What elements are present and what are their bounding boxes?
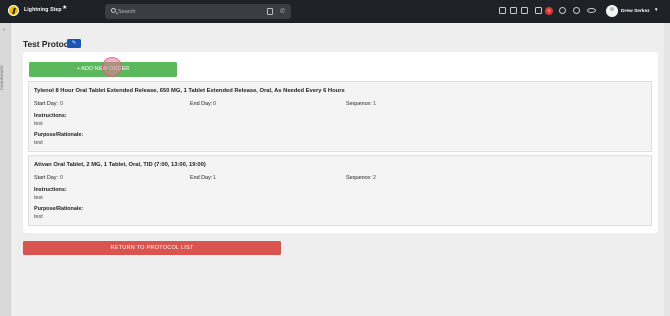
sequence-value: 1 xyxy=(373,101,376,107)
sequence-value: 2 xyxy=(373,175,376,181)
order-item: Ativan Oral Tablet, 2 MG, 1 Tablet, Oral… xyxy=(28,155,652,226)
user-avatar[interactable] xyxy=(606,5,618,17)
search-input[interactable] xyxy=(118,6,258,17)
search-bar: ✆ xyxy=(105,4,291,19)
end-day-value: 1 xyxy=(213,175,216,181)
left-sidebar: ‹ DASHBOARD xyxy=(0,23,11,316)
instructions-value: test xyxy=(34,195,43,201)
bell-icon[interactable] xyxy=(559,7,566,14)
return-to-protocol-list-button[interactable]: RETURN TO PROTOCOL LIST xyxy=(23,241,281,255)
start-day-label: Start Day: xyxy=(34,175,58,181)
star-icon[interactable]: ★ xyxy=(62,4,67,11)
order-item: Tylenol 8 Hour Oral Tablet Extended Rele… xyxy=(28,81,652,152)
purpose-label: Purpose/Rationale: xyxy=(34,206,84,212)
link-icon[interactable] xyxy=(587,8,596,13)
app-name[interactable]: Lightning Step xyxy=(24,7,62,13)
start-day-label: Start Day: xyxy=(34,101,58,107)
purpose-value: test xyxy=(34,140,43,146)
end-day-label: End Day: xyxy=(190,175,213,181)
search-icon xyxy=(111,8,116,13)
instructions-value: test xyxy=(34,121,43,127)
protocol-card: + ADD NEW ORDER Tylenol 8 Hour Oral Tabl… xyxy=(23,52,658,233)
edit-protocol-button[interactable]: ✎ xyxy=(67,39,81,48)
sidebar-label-dashboard[interactable]: DASHBOARD xyxy=(0,65,11,90)
order-title: Tylenol 8 Hour Oral Tablet Extended Rele… xyxy=(34,88,345,94)
top-navbar: Lightning Step ★ ✆ 1 Drew Serkez ▼ xyxy=(0,0,670,23)
logo-icon[interactable] xyxy=(8,5,19,16)
grid-icon[interactable] xyxy=(521,7,528,14)
order-title: Ativan Oral Tablet, 2 MG, 1 Tablet, Oral… xyxy=(34,162,206,168)
start-day-value: 0 xyxy=(60,101,63,107)
help-icon[interactable] xyxy=(573,7,580,14)
purpose-label: Purpose/Rationale: xyxy=(34,132,84,138)
sequence-label: Sequence: xyxy=(346,101,372,107)
phone-icon[interactable]: ✆ xyxy=(280,7,285,15)
calculator-icon[interactable] xyxy=(267,8,273,15)
sequence-label: Sequence: xyxy=(346,175,372,181)
scrollbar-track[interactable] xyxy=(664,23,670,316)
notification-badge[interactable]: 1 xyxy=(545,7,553,15)
end-day-label: End Day: xyxy=(190,101,213,107)
user-name[interactable]: Drew Serkez xyxy=(621,9,650,14)
chat-icon[interactable] xyxy=(535,7,542,14)
collapse-sidebar-icon[interactable]: ‹ xyxy=(3,27,5,33)
instructions-label: Instructions: xyxy=(34,113,67,119)
end-day-value: 0 xyxy=(213,101,216,107)
instructions-label: Instructions: xyxy=(34,187,67,193)
calendar-icon[interactable] xyxy=(510,7,517,14)
purpose-value: test xyxy=(34,214,43,220)
chevron-down-icon[interactable]: ▼ xyxy=(654,7,658,12)
add-new-order-button[interactable]: + ADD NEW ORDER xyxy=(29,62,177,77)
start-day-value: 0 xyxy=(60,175,63,181)
transfer-icon[interactable] xyxy=(499,7,506,14)
